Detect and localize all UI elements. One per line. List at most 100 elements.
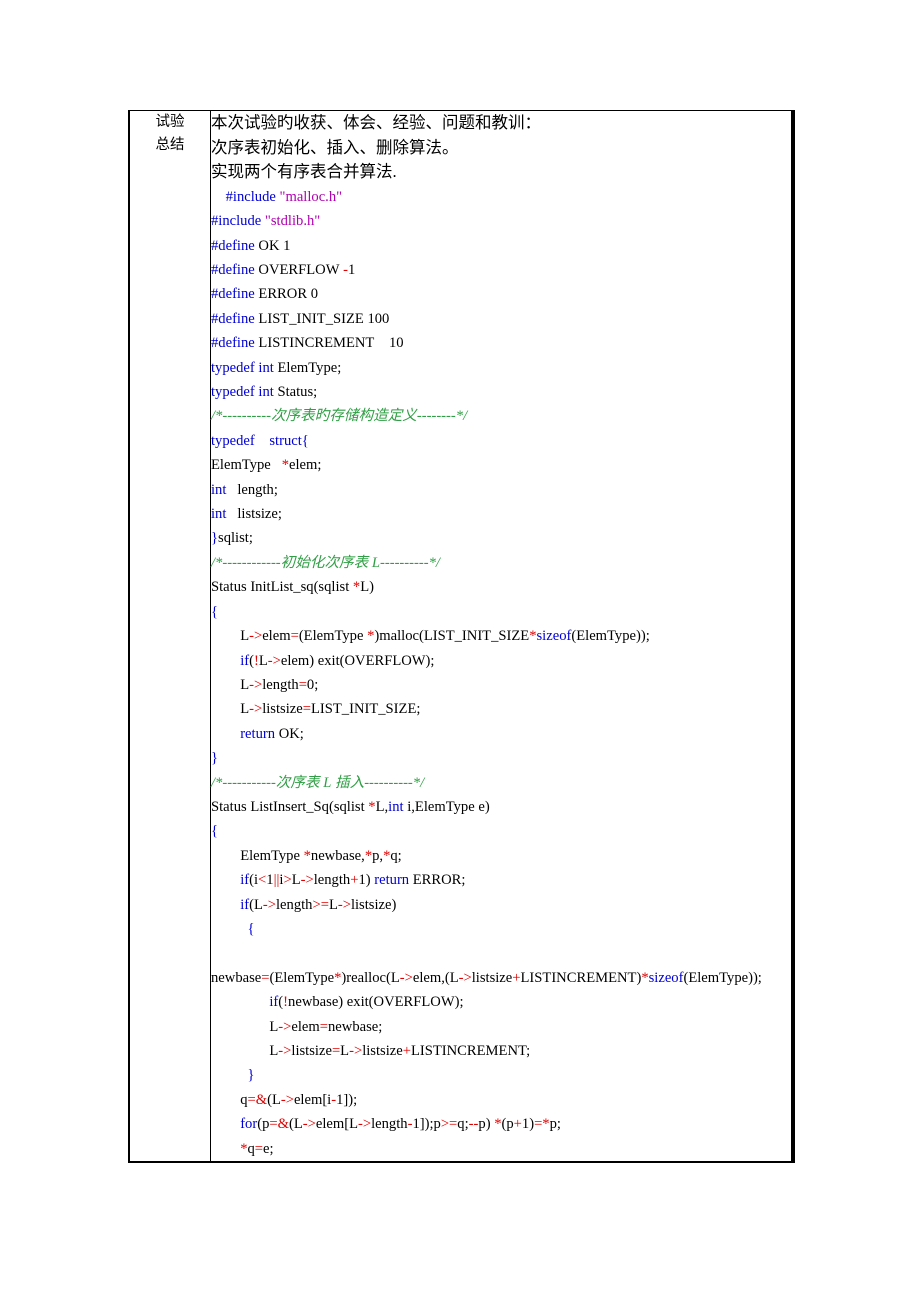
code-token: L bbox=[269, 1043, 279, 1059]
code-token: Status InitList_sq(sqlist bbox=[211, 579, 353, 596]
code-token: + bbox=[512, 969, 521, 986]
code-line: typedef int Status; bbox=[211, 380, 791, 404]
code-line: int length; bbox=[211, 478, 791, 502]
code-token: /*------------初始化次序表 L----------*/ bbox=[211, 554, 440, 571]
code-token: #define bbox=[211, 262, 255, 278]
code-token: -> bbox=[249, 628, 263, 645]
code-token: { bbox=[301, 432, 309, 449]
code-token: = bbox=[254, 1140, 264, 1157]
code-token: L bbox=[291, 872, 301, 889]
code-token: >= bbox=[440, 1116, 458, 1133]
code-token: * bbox=[494, 1116, 502, 1133]
code-token: sqlist; bbox=[218, 530, 253, 547]
code-token: length bbox=[371, 1116, 408, 1133]
code-token: } bbox=[211, 750, 219, 767]
code-token: #define bbox=[211, 237, 255, 254]
code-token: (L bbox=[249, 896, 263, 913]
heading-line: 次序表初始化、插入、删除算法。 bbox=[211, 137, 459, 157]
code-token: return bbox=[240, 725, 276, 742]
code-token: elem bbox=[291, 1018, 320, 1035]
code-line: L->elem=(ElemType *)malloc(LIST_INIT_SIZ… bbox=[211, 624, 791, 648]
code-line: q=&(L->elem[i-1]); bbox=[211, 1088, 791, 1112]
code-line: if(!newbase) exit(OVERFLOW); bbox=[211, 990, 791, 1014]
heading-line: 本次试验旳收获、体会、经验、问题和教训： bbox=[211, 113, 541, 132]
code-token: e; bbox=[263, 1140, 274, 1157]
code-token: q bbox=[247, 1140, 255, 1157]
code-token: =* bbox=[534, 1116, 550, 1133]
code-line: Status ListInsert_Sq(sqlist *L,int i,Ele… bbox=[211, 795, 791, 819]
code-token: elem; bbox=[289, 457, 322, 474]
code-token: LIST_INIT_SIZE; bbox=[310, 701, 421, 718]
code-token: { bbox=[211, 823, 219, 840]
code-token: "stdlib.h" bbox=[264, 213, 321, 230]
code-line: typedef int ElemType; bbox=[211, 356, 791, 380]
code-token: OK; bbox=[275, 725, 304, 742]
code-token: q; bbox=[457, 1116, 469, 1133]
code-line: } bbox=[211, 746, 791, 770]
code-token: ElemType; bbox=[273, 359, 342, 376]
code-token: )malloc(LIST_INIT_SIZE bbox=[374, 628, 530, 645]
code-token: { bbox=[211, 603, 219, 620]
code-token: (L bbox=[267, 1091, 281, 1108]
code-token: OVERFLOW bbox=[254, 262, 344, 278]
document-page: 试验 总结 本次试验旳收获、体会、经验、问题和教训： 次序表初始化、插入、删除算法… bbox=[0, 0, 920, 1302]
code-token: #include bbox=[225, 188, 276, 205]
code-line: { bbox=[211, 819, 791, 843]
code-token: newbase bbox=[211, 969, 262, 986]
code-token: (ElemType)); bbox=[683, 969, 762, 986]
code-token: length bbox=[262, 676, 299, 693]
code-token: q; bbox=[390, 847, 402, 864]
code-token: L bbox=[258, 652, 268, 669]
code-line: Status InitList_sq(sqlist *L) bbox=[211, 575, 791, 599]
code-token: ERROR 0 bbox=[254, 286, 319, 303]
code-token: * bbox=[303, 847, 311, 864]
code-line: if(L->length>=L->listsize) bbox=[211, 893, 791, 917]
code-token: 1]);p bbox=[412, 1116, 441, 1133]
code-token: -> bbox=[278, 1018, 292, 1035]
code-line: #define OVERFLOW -1 bbox=[211, 258, 791, 282]
code-token: L bbox=[240, 701, 250, 718]
code-token: listsize bbox=[291, 1043, 332, 1059]
code-line: return OK; bbox=[211, 722, 791, 746]
code-token: = bbox=[298, 676, 307, 693]
code-token: LISTINCREMENT 10 bbox=[254, 335, 404, 352]
row-label-line-1: 试验 bbox=[155, 114, 185, 130]
code-token: p) bbox=[478, 1116, 495, 1133]
table-body: 试验 总结 本次试验旳收获、体会、经验、问题和教训： 次序表初始化、插入、删除算法… bbox=[129, 110, 793, 1163]
code-token: L, bbox=[375, 798, 389, 815]
code-token: typedef bbox=[211, 432, 255, 449]
code-token: ElemType bbox=[240, 847, 304, 864]
table-row: 试验 总结 本次试验旳收获、体会、经验、问题和教训： 次序表初始化、插入、删除算法… bbox=[129, 110, 793, 1163]
code-comment-line: /*----------次序表旳存储构造定义--------*/ bbox=[211, 404, 791, 428]
code-line: L->listsize=L->listsize+LISTINCREMENT; bbox=[211, 1039, 791, 1063]
code-token: if bbox=[240, 872, 250, 889]
code-line: { bbox=[211, 917, 791, 941]
code-line: ElemType *elem; bbox=[211, 453, 791, 477]
code-line: #define OK 1 bbox=[211, 234, 791, 258]
code-token: =& bbox=[247, 1091, 268, 1108]
code-token: (ElemType bbox=[298, 628, 368, 645]
code-token: -> bbox=[278, 1043, 292, 1059]
code-token: for bbox=[240, 1116, 258, 1133]
code-token: > bbox=[283, 872, 292, 889]
code-token: ElemType bbox=[211, 457, 282, 474]
code-token: -> bbox=[458, 969, 472, 986]
code-line: #define LIST_INIT_SIZE 100 bbox=[211, 307, 791, 331]
code-token: #define bbox=[211, 335, 255, 352]
code-token: 1 bbox=[348, 262, 356, 278]
code-line: #define ERROR 0 bbox=[211, 282, 791, 306]
code-token: L bbox=[340, 1043, 350, 1059]
code-token: "malloc.h" bbox=[279, 188, 343, 205]
code-line: newbase=(ElemType*)realloc(L->elem,(L->l… bbox=[211, 966, 791, 990]
code-token: -> bbox=[349, 1043, 363, 1059]
code-token: LIST_INIT_SIZE 100 bbox=[254, 310, 390, 327]
code-token: elem[L bbox=[315, 1116, 358, 1133]
code-token: newbase, bbox=[310, 847, 365, 864]
code-token: (ElemType)); bbox=[571, 628, 650, 645]
code-token: LISTINCREMENT; bbox=[410, 1043, 531, 1059]
code-token: elem) exit(OVERFLOW); bbox=[280, 652, 435, 669]
code-block: #include "malloc.h" #include "stdlib.h" #d… bbox=[211, 185, 791, 1161]
code-token: } bbox=[247, 1067, 255, 1084]
